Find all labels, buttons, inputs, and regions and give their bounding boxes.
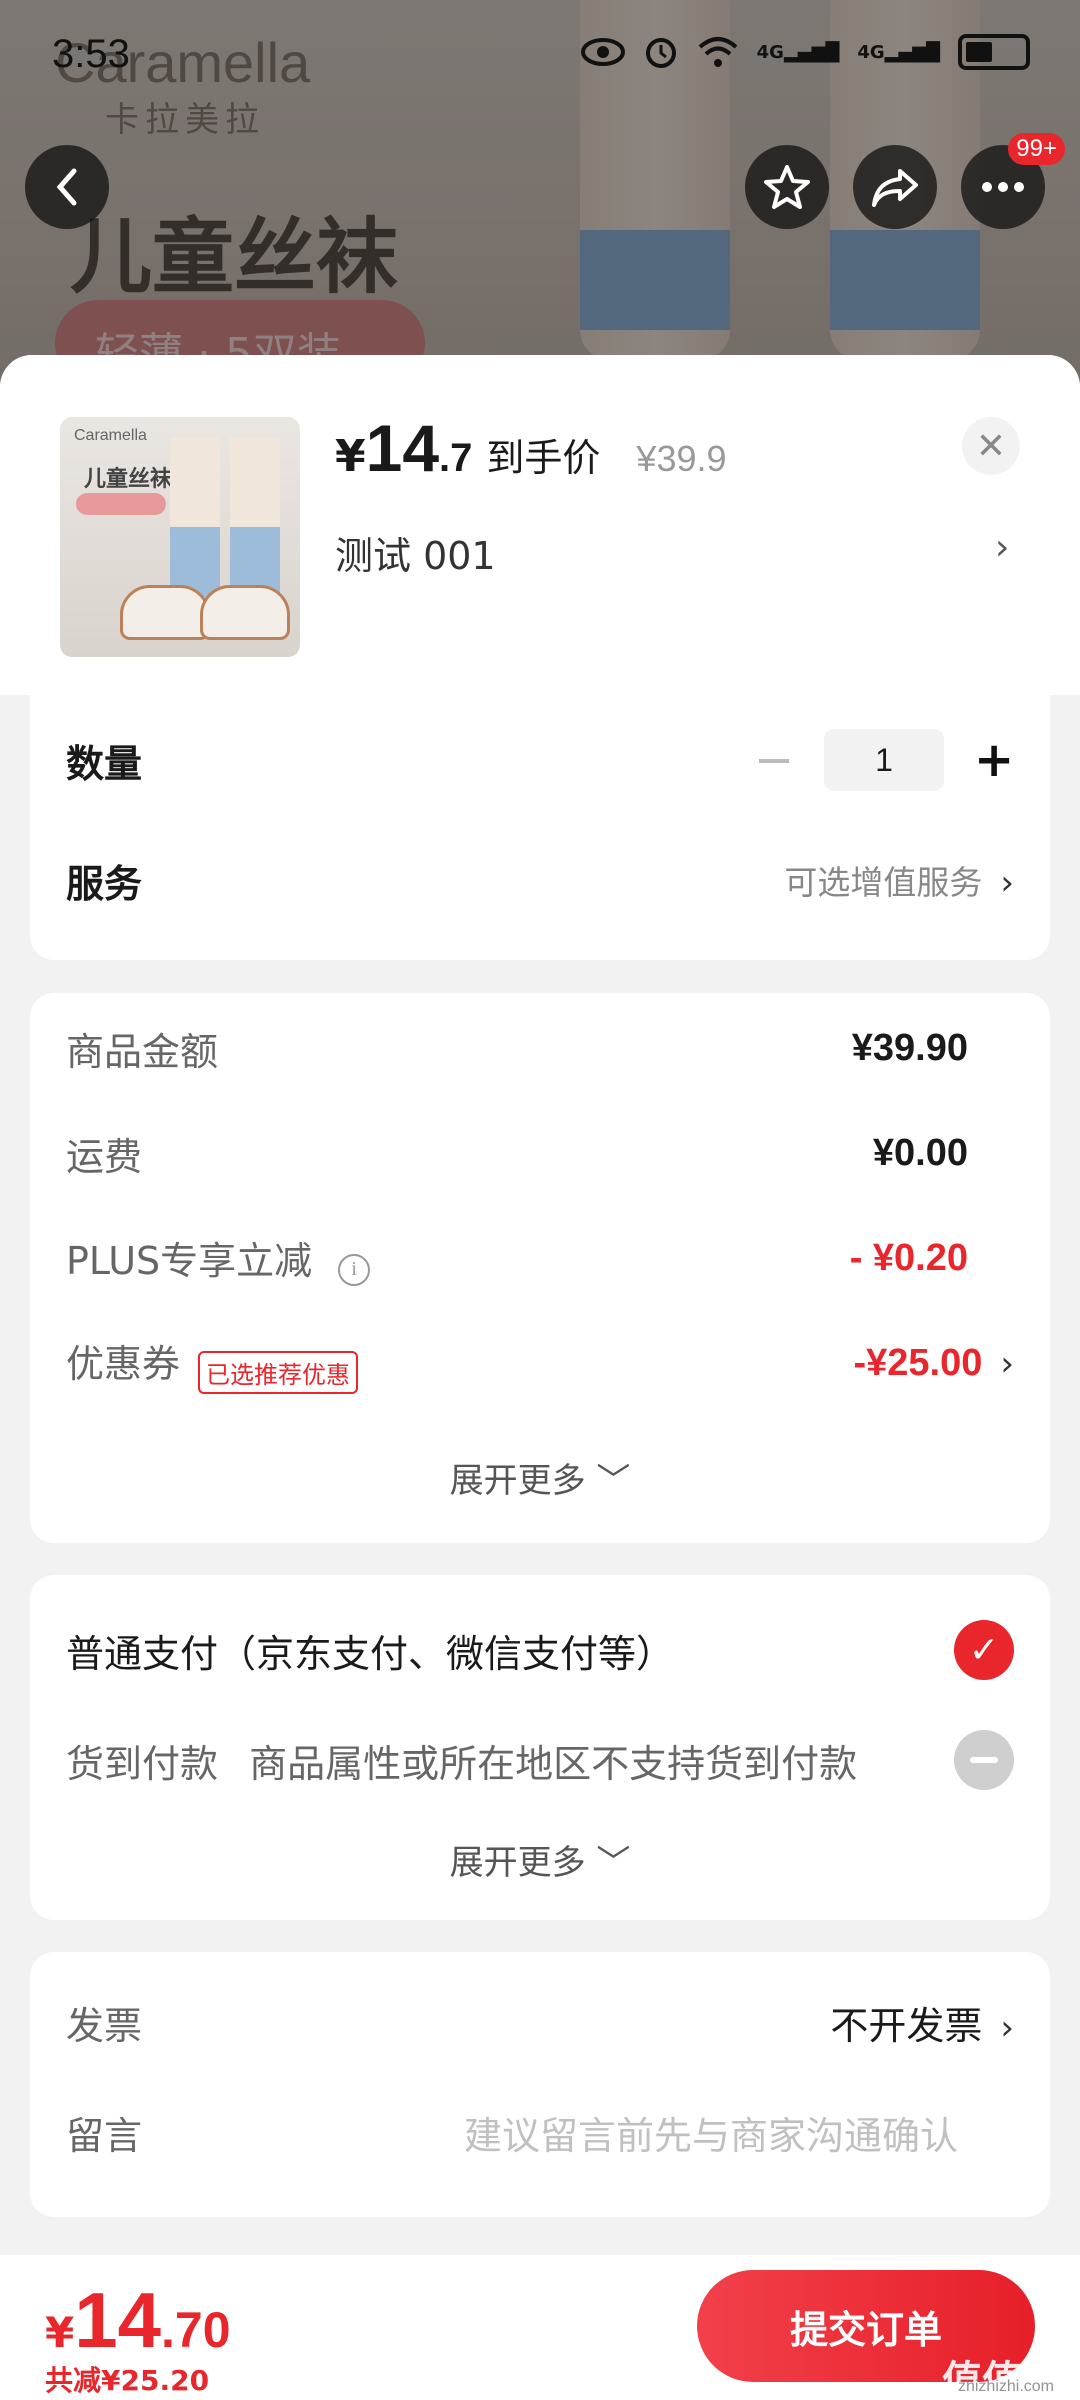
expand-more-button[interactable]: 展开更多 ﹀ bbox=[30, 1835, 1050, 1884]
service-row[interactable]: 服务 可选增值服务 › bbox=[66, 840, 1014, 920]
invoice-value-group: 不开发票 › bbox=[830, 1995, 1014, 2050]
chevron-right-icon: › bbox=[1000, 1343, 1014, 1384]
invoice-label: 发票 bbox=[66, 2003, 143, 2048]
coupon-value: -¥25.00 bbox=[853, 1341, 983, 1384]
goods-amount-label: 商品金额 bbox=[66, 1029, 219, 1074]
product-thumbnail[interactable]: Caramella 儿童丝袜 bbox=[60, 417, 300, 657]
alarm-icon bbox=[645, 38, 676, 68]
chevron-right-icon[interactable]: › bbox=[995, 527, 1009, 568]
price-label: 到手价 bbox=[486, 436, 601, 480]
share-button[interactable] bbox=[853, 145, 937, 229]
share-icon bbox=[872, 169, 918, 207]
signal-4g-icon: 4G▂▄▆█ bbox=[756, 41, 840, 63]
sheet-header: Caramella 儿童丝袜 ¥ 14 .7 到手价 ¥39.9 ✕ 测试 00… bbox=[0, 355, 1080, 695]
eye-icon bbox=[580, 38, 625, 66]
quantity-row: 数量 − 1 + bbox=[66, 720, 1014, 800]
close-button[interactable]: ✕ bbox=[962, 417, 1020, 475]
watermark-url: zhizhizhi.com bbox=[957, 2378, 1054, 2395]
status-time: 3:53 bbox=[52, 32, 130, 76]
note-row[interactable]: 留言 建议留言前先与商家沟通确认 bbox=[66, 2092, 1014, 2172]
order-sheet: Caramella 儿童丝袜 ¥ 14 .7 到手价 ¥39.9 ✕ 测试 00… bbox=[0, 355, 1080, 2400]
price-currency: ¥ bbox=[335, 431, 366, 482]
chevron-right-icon: › bbox=[1000, 2007, 1014, 2048]
quantity-service-card: 数量 − 1 + 服务 可选增值服务 › bbox=[30, 690, 1050, 960]
service-hint-group: 可选增值服务 › bbox=[784, 856, 1014, 904]
more-dots-icon bbox=[982, 182, 1024, 192]
service-hint: 可选增值服务 bbox=[784, 863, 983, 902]
favorite-button[interactable] bbox=[745, 145, 829, 229]
cost-row-plus: PLUS专享立减 i - ¥0.20 bbox=[66, 1223, 1014, 1293]
total-saved: 共减¥25.20 bbox=[45, 2364, 210, 2397]
plus-discount-value: - ¥0.20 bbox=[849, 1236, 968, 1279]
decrease-button[interactable]: − bbox=[754, 732, 794, 788]
cost-card: 商品金额 ¥39.90 运费 ¥0.00 PLUS专享立减 i - ¥0.20 优… bbox=[30, 993, 1050, 1543]
star-icon bbox=[764, 165, 810, 209]
payment-cod-row: 货到付款 商品属性或所在地区不支持货到付款 bbox=[66, 1720, 1014, 1800]
total-decimal: .70 bbox=[161, 2302, 231, 2358]
plus-discount-label-group: PLUS专享立减 i bbox=[66, 1230, 371, 1286]
quantity-stepper: − 1 + bbox=[754, 729, 1014, 791]
cost-row-coupon[interactable]: 优惠券 已选推荐优惠 -¥25.00 › bbox=[66, 1328, 1014, 1398]
coupon-tag: 已选推荐优惠 bbox=[198, 1350, 359, 1394]
shipping-label: 运费 bbox=[66, 1134, 143, 1179]
signal-label: 4G bbox=[857, 41, 885, 63]
thumbnail-shoe bbox=[200, 585, 290, 640]
disabled-minus-icon bbox=[954, 1730, 1014, 1790]
chevron-left-icon bbox=[56, 168, 77, 206]
signal-label: 4G bbox=[756, 41, 784, 63]
note-label: 留言 bbox=[66, 2113, 143, 2158]
quantity-label: 数量 bbox=[66, 741, 143, 786]
cod-label-group: 货到付款 商品属性或所在地区不支持货到付款 bbox=[66, 1733, 857, 1788]
cost-row-shipping: 运费 ¥0.00 bbox=[66, 1118, 1014, 1188]
cost-row-goods: 商品金额 ¥39.90 bbox=[66, 1013, 1014, 1083]
total-integer: 14 bbox=[74, 2276, 161, 2364]
thumbnail-title: 儿童丝袜 bbox=[84, 467, 173, 492]
service-label: 服务 bbox=[66, 861, 143, 906]
spec-selector[interactable]: 测试 001 bbox=[335, 525, 496, 580]
note-input[interactable]: 建议留言前先与商家沟通确认 bbox=[464, 2105, 958, 2160]
increase-button[interactable]: + bbox=[974, 732, 1014, 788]
plus-discount-label: PLUS专享立减 bbox=[66, 1239, 313, 1284]
back-button[interactable] bbox=[25, 145, 109, 229]
goods-amount-value: ¥39.90 bbox=[851, 1026, 968, 1069]
status-bar: 3:53 4G▂▄▆█ 4G▂▄▆█ bbox=[0, 0, 1080, 110]
payment-card: 普通支付（京东支付、微信支付等） ✓ 货到付款 商品属性或所在地区不支持货到付款… bbox=[30, 1575, 1050, 1920]
coupon-label-group: 优惠券 已选推荐优惠 bbox=[66, 1333, 359, 1394]
price-integer: 14 bbox=[365, 411, 440, 485]
coupon-value-group: -¥25.00 › bbox=[854, 1342, 1015, 1385]
total-currency: ¥ bbox=[45, 2308, 75, 2357]
status-icons: 4G▂▄▆█ 4G▂▄▆█ bbox=[580, 34, 1030, 70]
notification-badge: 99+ bbox=[1008, 133, 1065, 165]
invoice-row[interactable]: 发票 不开发票 › bbox=[66, 1982, 1014, 2062]
more-button[interactable]: 99+ bbox=[961, 133, 1065, 229]
thumbnail-pill bbox=[76, 493, 166, 515]
thumbnail-shoe bbox=[120, 585, 210, 640]
price-decimal: .7 bbox=[439, 436, 473, 480]
wifi-icon bbox=[698, 37, 737, 67]
thumbnail-brand: Caramella bbox=[74, 427, 147, 444]
info-icon[interactable]: i bbox=[338, 1253, 371, 1286]
price-row: ¥ 14 .7 到手价 ¥39.9 bbox=[335, 410, 727, 486]
checkmark-icon[interactable]: ✓ bbox=[954, 1620, 1014, 1680]
payment-normal-label: 普通支付（京东支付、微信支付等） bbox=[66, 1631, 675, 1676]
chevron-right-icon: › bbox=[1000, 863, 1014, 903]
cod-note: 商品属性或所在地区不支持货到付款 bbox=[249, 1741, 858, 1786]
total-price: ¥ 14 .70 bbox=[45, 2275, 231, 2366]
invoice-note-card: 发票 不开发票 › 留言 建议留言前先与商家沟通确认 bbox=[30, 1952, 1050, 2217]
signal-4g-icon: 4G▂▄▆█ bbox=[857, 41, 940, 63]
quantity-input[interactable]: 1 bbox=[824, 729, 944, 791]
invoice-value: 不开发票 bbox=[830, 2003, 983, 2048]
expand-more-button[interactable]: 展开更多 ﹀ bbox=[30, 1453, 1050, 1502]
coupon-label: 优惠券 bbox=[66, 1341, 181, 1386]
payment-normal-row[interactable]: 普通支付（京东支付、微信支付等） ✓ bbox=[66, 1610, 1014, 1690]
battery-icon bbox=[958, 34, 1030, 70]
original-price: ¥39.9 bbox=[636, 438, 727, 479]
cod-label: 货到付款 bbox=[66, 1741, 219, 1786]
checkout-bar: ¥ 14 .70 共减¥25.20 提交订单 bbox=[0, 2255, 1080, 2400]
shipping-value: ¥0.00 bbox=[872, 1131, 968, 1174]
